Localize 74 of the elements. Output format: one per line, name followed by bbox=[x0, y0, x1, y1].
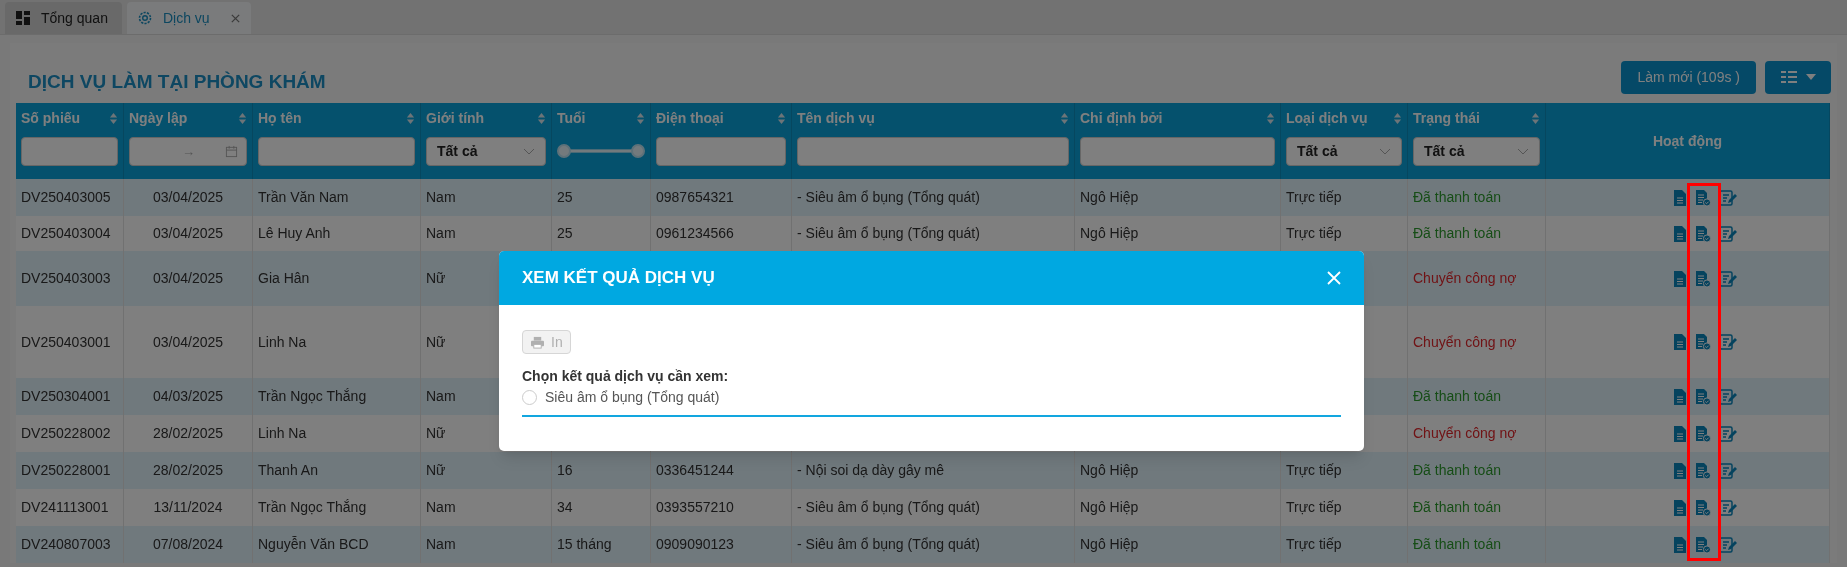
table-cell-text: Nam bbox=[426, 224, 456, 243]
table-cell-text: Nam bbox=[426, 387, 456, 406]
status-text: Đã thanh toán bbox=[1413, 387, 1501, 406]
table-cell-text: Trần Ngọc Thắng bbox=[258, 498, 367, 517]
table-cell-text: Nam bbox=[426, 535, 456, 554]
table-cell-text: Trần Ngọc Thắng bbox=[258, 387, 367, 406]
table-cell-text: DV250403005 bbox=[21, 188, 111, 207]
status-text: Đã thanh toán bbox=[1413, 461, 1501, 480]
table-cell-text: 03/04/2025 bbox=[152, 224, 224, 243]
table-cell-text: DV250403004 bbox=[21, 224, 111, 243]
table-cell-text: Trực tiếp bbox=[1286, 224, 1342, 243]
status-text: Đã thanh toán bbox=[1413, 224, 1501, 243]
dialog-title: XEM KẾT QUẢ DỊCH VỤ bbox=[522, 267, 715, 290]
table-cell-text: 03/04/2025 bbox=[152, 188, 224, 207]
table-cell-text: Nữ bbox=[426, 461, 446, 480]
table-cell-text: Linh Na bbox=[258, 332, 307, 352]
table-cell-text: DV250403001 bbox=[21, 332, 111, 352]
table-cell-text: Trực tiếp bbox=[1286, 461, 1342, 480]
table-cell-text: Gia Hân bbox=[258, 269, 310, 288]
table-cell-text: 03/04/2025 bbox=[152, 269, 224, 288]
table-cell-text: 0336451244 bbox=[656, 461, 734, 480]
range-arrow: → bbox=[182, 142, 195, 161]
table-cell-text: - Siêu âm ổ bụng (Tổng quát) bbox=[797, 188, 980, 207]
table-cell-text: Linh Na bbox=[258, 424, 307, 443]
table-cell-text: - Siêu âm ổ bụng (Tổng quát) bbox=[797, 498, 980, 517]
table-cell-text: 0961234566 bbox=[656, 224, 734, 243]
table-cell-text: Nữ bbox=[426, 424, 446, 443]
table-cell-text: 03/04/2025 bbox=[152, 332, 224, 352]
table-cell-text: 0987654321 bbox=[656, 188, 734, 207]
table-cell-text: DV250228002 bbox=[21, 424, 111, 443]
table-cell-text: DV240807003 bbox=[21, 535, 111, 554]
table-cell-text: Nam bbox=[426, 498, 456, 517]
table-cell-text: Nam bbox=[426, 188, 456, 207]
status-text: Chuyển công nợ bbox=[1413, 424, 1517, 443]
table-cell-text: 0909090123 bbox=[656, 535, 734, 554]
table-cell-text: 25 bbox=[557, 224, 573, 243]
table-cell-text: Ngô Hiệp bbox=[1080, 461, 1139, 480]
prompt-label: Chọn kết quả dịch vụ cần xem: bbox=[522, 367, 730, 386]
status-text: Đã thanh toán bbox=[1413, 188, 1501, 207]
table-cell-text: 15 tháng bbox=[557, 535, 612, 554]
table-cell-text: Ngô Hiệp bbox=[1080, 224, 1139, 243]
table-cell-text: 25 bbox=[557, 188, 573, 207]
table-cell-text: Trực tiếp bbox=[1286, 498, 1342, 517]
table-cell-text: Nữ bbox=[426, 332, 446, 352]
table-cell-text: Nữ bbox=[426, 269, 446, 288]
page-title: DỊCH VỤ LÀM TẠI PHÒNG KHÁM bbox=[27, 69, 326, 94]
table-cell-text: 28/02/2025 bbox=[152, 424, 224, 443]
status-text: Chuyển công nợ bbox=[1413, 332, 1517, 352]
status-text: Đã thanh toán bbox=[1413, 535, 1501, 554]
table-cell-text: 0393557210 bbox=[656, 498, 734, 517]
table-cell-text: DV250228001 bbox=[21, 461, 111, 480]
table-cell-text: 28/02/2025 bbox=[152, 461, 224, 480]
table-cell-text: - Siêu âm ổ bụng (Tổng quát) bbox=[797, 224, 980, 243]
table-cell-text: Trần Văn Nam bbox=[258, 188, 349, 207]
table-cell-text: - Siêu âm ổ bụng (Tổng quát) bbox=[797, 535, 980, 554]
table-cell-text: 04/03/2025 bbox=[152, 387, 224, 406]
status-text: Đã thanh toán bbox=[1413, 498, 1501, 517]
table-cell-text: DV241113001 bbox=[21, 498, 109, 517]
table-cell-text: Ngô Hiệp bbox=[1080, 188, 1139, 207]
table-cell-text: Lê Huy Anh bbox=[258, 224, 331, 243]
table-cell-text: 16 bbox=[557, 461, 573, 480]
table-cell-text: 07/08/2024 bbox=[152, 535, 224, 554]
table-cell-text: - Nội soi dạ dày gây mê bbox=[797, 461, 945, 480]
status-text: Chuyển công nợ bbox=[1413, 269, 1517, 288]
table-cell-text: Ngô Hiệp bbox=[1080, 535, 1139, 554]
table-cell-text: 13/11/2024 bbox=[153, 498, 223, 517]
table-cell-text: Thanh An bbox=[258, 461, 318, 480]
table-cell-text: DV250304001 bbox=[21, 387, 111, 406]
table-cell-text: 34 bbox=[557, 498, 573, 517]
table-cell-text: Trực tiếp bbox=[1286, 535, 1342, 554]
table-cell-text: Nguyễn Văn BCD bbox=[258, 535, 369, 554]
table-cell-text: DV250403003 bbox=[21, 269, 111, 288]
table-cell-text: Trực tiếp bbox=[1286, 188, 1342, 207]
table-cell-text: Ngô Hiệp bbox=[1080, 498, 1139, 517]
